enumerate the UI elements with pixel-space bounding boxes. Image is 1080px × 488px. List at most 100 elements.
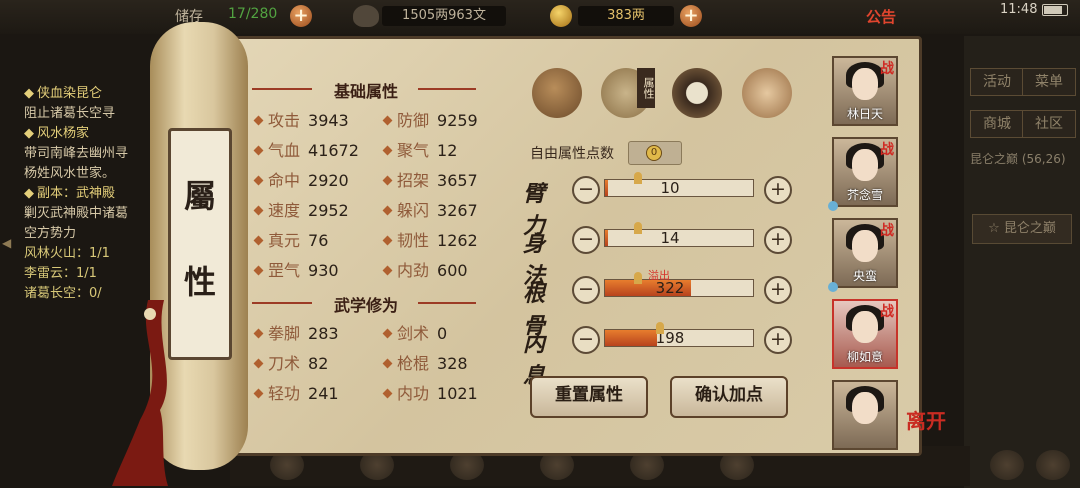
stat-value: 82 (308, 354, 329, 373)
location-jump-button[interactable]: ☆ 昆仑之巅 (972, 214, 1072, 244)
diamond-icon (253, 145, 264, 156)
money-bag-icon (353, 5, 379, 27)
stat-row: 刀术 82 (253, 353, 375, 375)
party-portrait[interactable]: 央蛮 战 (828, 218, 898, 292)
stat-name: 防御 (397, 111, 430, 130)
stat-value: 3657 (437, 171, 478, 190)
equipment-tab-icon[interactable] (532, 68, 582, 118)
party-portrait[interactable]: 林日天 战 (832, 56, 898, 126)
diamond-icon (253, 235, 264, 246)
minus-button[interactable]: − (572, 176, 600, 204)
party-portrait[interactable] (832, 380, 898, 450)
stat-value: 3267 (437, 201, 478, 220)
stat-name: 真元 (268, 231, 301, 250)
leave-button[interactable]: 离开 (906, 410, 946, 432)
party-portrait[interactable]: 柳如意 战 (832, 299, 898, 369)
marker-pin-icon (634, 272, 642, 284)
stat-value: 930 (308, 261, 339, 280)
stat-value: 76 (308, 231, 329, 250)
stat-name: 罡气 (268, 261, 301, 280)
stat-name: 气血 (268, 141, 301, 160)
minus-button[interactable]: − (572, 276, 600, 304)
stat-value: 600 (437, 261, 468, 280)
shop-button[interactable]: 商城 (970, 110, 1024, 138)
martial-title: 武学修为 (333, 296, 398, 315)
overflow-label: 溢出 (648, 269, 670, 282)
diamond-icon (382, 328, 393, 339)
money-display: 1505两963文 (382, 6, 506, 26)
link-bead-icon (828, 282, 838, 292)
notice-button[interactable]: 公告 (866, 6, 896, 27)
storage-plus-button[interactable]: + (290, 5, 312, 27)
location-area: 昆仑之巅 (56,26) (970, 152, 1066, 166)
reset-attributes-button[interactable]: 重置属性 (530, 376, 648, 418)
diamond-icon (382, 175, 393, 186)
stat-name: 内劲 (397, 261, 430, 280)
stat-row: 命中 2920 (253, 170, 375, 192)
minus-button[interactable]: − (572, 326, 600, 354)
free-points-value: 0 (646, 145, 662, 161)
attr-bar: 10 (604, 179, 754, 197)
stat-name: 剑术 (397, 324, 430, 343)
diamond-icon (382, 358, 393, 369)
stat-row: 聚气 12 (382, 140, 504, 162)
portrait-face (852, 149, 878, 181)
stat-value: 283 (308, 324, 339, 343)
community-button[interactable]: 社区 (1022, 110, 1076, 138)
party-portrait[interactable]: 芥念雪 战 (828, 137, 898, 211)
activity-button[interactable]: 活动 (970, 68, 1024, 96)
stat-row: 罡气 930 (253, 260, 375, 282)
portrait-face (852, 68, 878, 100)
collapse-arrow-icon[interactable]: ◀ (2, 236, 11, 250)
diamond-icon: ◆ (24, 186, 34, 201)
stat-row: 招架 3657 (382, 170, 504, 192)
attr-name: 根骨 (523, 281, 546, 339)
diamond-icon (253, 388, 264, 399)
stat-row: 真元 76 (253, 230, 375, 252)
minus-button[interactable]: − (572, 226, 600, 254)
stat-row: 速度 2952 (253, 200, 375, 222)
stat-row: 攻击 3943 (253, 110, 375, 132)
stat-row: 防御 9259 (382, 110, 504, 132)
bagua-tab-icon[interactable] (672, 68, 722, 118)
stat-name: 命中 (268, 171, 301, 190)
confirm-points-button[interactable]: 确认加点 (670, 376, 788, 418)
portrait-face (852, 311, 878, 343)
nav-icon[interactable] (990, 450, 1024, 480)
portrait-face (852, 230, 878, 262)
stat-value: 241 (308, 384, 339, 403)
stat-row: 韧性 1262 (382, 230, 504, 252)
portrait-name: 柳如意 (846, 350, 883, 364)
gold-plus-button[interactable]: + (680, 5, 702, 27)
stat-row: 剑术 0 (382, 323, 504, 345)
diamond-icon (253, 265, 264, 276)
diamond-icon (382, 265, 393, 276)
stat-name: 枪棍 (397, 354, 430, 373)
attr-value: 14 (660, 229, 680, 247)
attr-bar-fill (605, 180, 608, 196)
battle-badge: 战 (880, 61, 894, 77)
link-bead-icon (828, 201, 838, 211)
plus-button[interactable]: + (764, 176, 792, 204)
stat-name: 躲闪 (397, 201, 430, 220)
plus-button[interactable]: + (764, 226, 792, 254)
plus-button[interactable]: + (764, 276, 792, 304)
battle-badge: 战 (880, 223, 894, 239)
attr-value: 198 (655, 329, 685, 347)
attr-name: 内息 (523, 331, 546, 389)
stat-row: 躲闪 3267 (382, 200, 504, 222)
basic-attr-title: 基础属性 (333, 82, 398, 101)
diamond-icon (253, 115, 264, 126)
stat-row: 轻功 241 (253, 383, 375, 405)
gold-ingot-icon (550, 5, 572, 27)
stat-name: 拳脚 (268, 324, 301, 343)
diamond-icon: ◆ (24, 86, 34, 101)
menu-button[interactable]: 菜单 (1022, 68, 1076, 96)
nav-icon[interactable] (1036, 450, 1070, 480)
diamond-icon (382, 388, 393, 399)
stat-value: 2920 (308, 171, 349, 190)
portrait-face (852, 392, 878, 424)
plus-button[interactable]: + (764, 326, 792, 354)
meridian-tab-icon[interactable] (742, 68, 792, 118)
stat-row: 内功 1021 (382, 383, 504, 405)
